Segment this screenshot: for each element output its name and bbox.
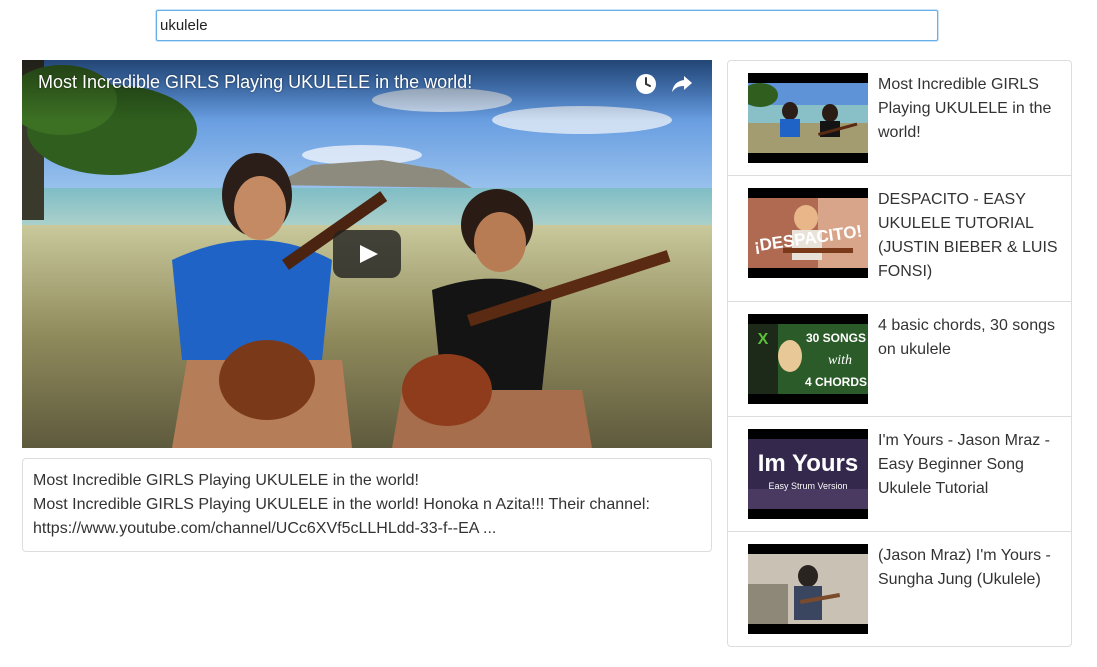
thumbnail-text: with [828,353,852,368]
video-thumbnail[interactable] [748,73,868,163]
video-thumbnail[interactable]: Im Yours Easy Strum Version [748,429,868,519]
description-text: Most Incredible GIRLS Playing UKULELE in… [33,496,650,537]
video-result-title[interactable]: DESPACITO - EASY UKULELE TUTORIAL (JUSTI… [878,188,1058,284]
video-result-item[interactable]: X 30 SONGS with 4 CHORDS 4 basic chords,… [728,302,1071,417]
video-thumbnail[interactable]: X 30 SONGS with 4 CHORDS [748,314,868,404]
video-result-item[interactable]: (Jason Mraz) I'm Yours - Sungha Jung (Uk… [728,532,1071,646]
thumbnail-text: 30 SONGS [806,331,866,345]
description-title: Most Incredible GIRLS Playing UKULELE in… [33,472,419,489]
video-result-title[interactable]: 4 basic chords, 30 songs on ukulele [878,314,1058,362]
video-result-item[interactable]: Most Incredible GIRLS Playing UKULELE in… [728,61,1071,176]
video-result-item[interactable]: ¡DESPACITO! DESPACITO - EASY UKULELE TUT… [728,176,1071,302]
video-player[interactable]: Most Incredible GIRLS Playing UKULELE in… [22,60,712,448]
search-input[interactable] [156,10,938,41]
video-result-title[interactable]: Most Incredible GIRLS Playing UKULELE in… [878,73,1058,145]
thumbnail-text: 4 CHORDS [805,375,867,389]
video-results-list: Most Incredible GIRLS Playing UKULELE in… [727,60,1072,647]
thumbnail-subtext: Easy Strum Version [768,481,847,491]
player-video-title[interactable]: Most Incredible GIRLS Playing UKULELE in… [38,72,472,93]
clock-icon[interactable] [634,72,658,96]
video-description-card: Most Incredible GIRLS Playing UKULELE in… [22,458,712,552]
video-thumbnail[interactable]: ¡DESPACITO! [748,188,868,278]
thumbnail-text: Im Yours [758,450,858,477]
play-icon[interactable] [333,230,401,278]
svg-text:X: X [758,331,769,348]
video-thumbnail[interactable] [748,544,868,634]
share-arrow-icon[interactable] [670,72,694,96]
video-result-item[interactable]: Im Yours Easy Strum Version I'm Yours - … [728,417,1071,532]
video-result-title[interactable]: I'm Yours - Jason Mraz - Easy Beginner S… [878,429,1058,501]
video-result-title[interactable]: (Jason Mraz) I'm Yours - Sungha Jung (Uk… [878,544,1058,592]
search-bar [156,10,938,41]
